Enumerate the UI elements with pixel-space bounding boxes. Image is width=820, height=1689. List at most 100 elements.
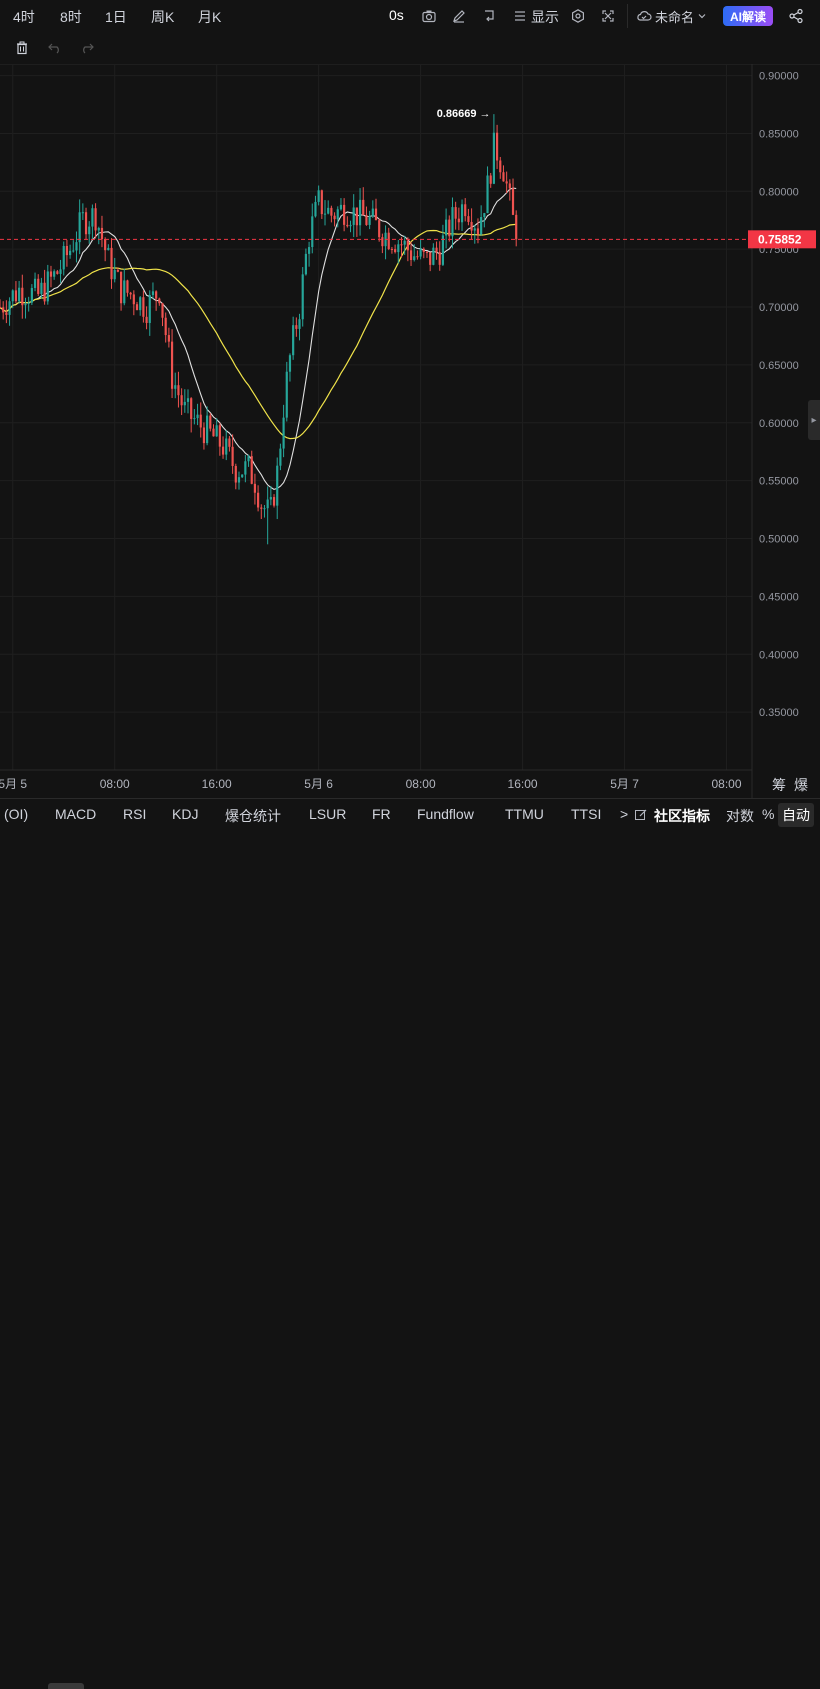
candle-body xyxy=(489,175,492,184)
candle-body xyxy=(65,246,69,256)
price-tick-label: 0.80000 xyxy=(759,186,799,198)
timeframe-4h[interactable]: 4时 xyxy=(13,7,35,27)
time-tick-label: 08:00 xyxy=(100,777,130,791)
candle-body xyxy=(228,438,231,447)
candle-body xyxy=(49,271,53,277)
trash-icon[interactable] xyxy=(12,38,32,58)
time-tick-label: 16:00 xyxy=(508,777,538,791)
candle-body xyxy=(365,215,368,225)
candle-body xyxy=(196,414,199,419)
auto-scale-button[interactable]: 自动 xyxy=(778,803,814,827)
candle-body xyxy=(397,244,400,253)
candle-body xyxy=(199,414,202,428)
candle-body xyxy=(119,271,123,304)
high-price-marker: 0.86669 → xyxy=(437,108,491,120)
redo-icon[interactable] xyxy=(77,38,97,58)
countdown-label[interactable]: 0s xyxy=(389,7,404,23)
indicator-kdj[interactable]: KDJ xyxy=(172,806,198,822)
candle-body xyxy=(260,507,263,509)
indicator-ttmu[interactable]: TTMU xyxy=(505,806,544,822)
camera-icon[interactable] xyxy=(419,6,439,26)
candle-body xyxy=(97,227,100,231)
indicator-rsi[interactable]: RSI xyxy=(123,806,146,822)
candle-body xyxy=(400,244,403,246)
list-icon[interactable] xyxy=(510,6,530,26)
ai-analysis-button[interactable]: AI解读 xyxy=(723,6,773,26)
candle-body xyxy=(158,298,161,304)
candle-body xyxy=(502,172,505,182)
candle-body xyxy=(336,209,339,220)
candle-body xyxy=(46,271,49,302)
time-tick-label: 5月 5 xyxy=(0,777,27,791)
layout-name[interactable]: 未命名 xyxy=(655,7,694,26)
candle-body xyxy=(276,465,279,506)
candle-body xyxy=(27,302,30,304)
candle-body xyxy=(292,325,295,356)
candle-body xyxy=(288,355,292,372)
candle-body xyxy=(323,213,327,215)
candle-body xyxy=(14,290,18,302)
candle-body xyxy=(457,218,460,223)
undo-icon[interactable] xyxy=(45,38,65,58)
candle-body xyxy=(425,251,429,253)
indicator-bar: (OI) MACD RSI KDJ 爆仓统计 LSUR FR Fundflow … xyxy=(0,798,820,831)
resize-handle[interactable] xyxy=(48,1683,84,1689)
price-tick-label: 0.55000 xyxy=(759,476,799,488)
candle-body xyxy=(454,207,457,219)
indicator-lsur[interactable]: LSUR xyxy=(309,806,346,822)
indicator-fundflow[interactable]: Fundflow xyxy=(417,806,474,822)
indicator-macd[interactable]: MACD xyxy=(55,806,96,822)
price-tick-label: 0.70000 xyxy=(759,302,799,314)
display-menu[interactable]: 显示 xyxy=(531,7,559,27)
candle-body xyxy=(419,248,422,257)
candle-body xyxy=(40,282,43,294)
pencil-icon[interactable] xyxy=(449,6,469,26)
timeframe-1w[interactable]: 周K xyxy=(151,7,174,27)
time-tick-label: 08:00 xyxy=(406,777,436,791)
indicator-liquidation[interactable]: 爆仓统计 xyxy=(225,806,281,826)
candle-body xyxy=(374,208,378,221)
price-chart[interactable]: 0.900000.850000.800000.750000.700000.650… xyxy=(0,64,820,798)
gear-icon[interactable] xyxy=(568,6,588,26)
cloud-icon xyxy=(634,6,654,26)
candle-body xyxy=(409,250,413,260)
candle-body xyxy=(110,247,113,280)
chart-grid xyxy=(0,64,753,798)
axis-tool-label: 筹 xyxy=(772,777,786,794)
candle-body xyxy=(24,303,27,306)
candle-body xyxy=(193,418,196,420)
candle-body xyxy=(62,246,65,270)
candle-body xyxy=(307,247,311,254)
candle-body xyxy=(221,446,225,455)
indicator-ttsi[interactable]: TTSI xyxy=(571,806,601,822)
candle-body xyxy=(438,252,441,265)
timeframe-1d[interactable]: 1日 xyxy=(105,7,127,27)
candle-body xyxy=(139,297,142,311)
more-indicators-button[interactable]: > xyxy=(620,806,628,822)
candle-body xyxy=(59,269,62,274)
timeframe-1m[interactable]: 月K xyxy=(198,7,221,27)
candle-body xyxy=(362,199,365,216)
percent-scale-toggle[interactable]: % xyxy=(762,806,774,822)
timeframe-8h[interactable]: 8时 xyxy=(60,7,82,27)
candle-body xyxy=(352,207,355,225)
reply-icon[interactable] xyxy=(479,6,499,26)
edit-icon[interactable] xyxy=(631,805,651,825)
candle-body xyxy=(317,190,320,202)
chevron-down-icon[interactable] xyxy=(692,6,712,26)
candle-body xyxy=(508,183,511,189)
indicator-fr[interactable]: FR xyxy=(372,806,391,822)
share-icon[interactable] xyxy=(786,6,806,26)
candle-body xyxy=(279,448,282,466)
candle-body xyxy=(448,219,451,237)
fullscreen-icon[interactable] xyxy=(598,6,618,26)
candle-body xyxy=(467,216,470,222)
community-indicators-button[interactable]: 社区指标 xyxy=(654,806,710,826)
candle-body xyxy=(346,224,349,227)
log-scale-toggle[interactable]: 对数 xyxy=(726,806,754,826)
candle-body xyxy=(180,395,183,406)
indicator-oi[interactable]: (OI) xyxy=(4,806,28,822)
chevron-right-icon[interactable]: ▸ xyxy=(808,400,820,440)
candle-body xyxy=(311,216,314,248)
candle-body xyxy=(378,220,381,238)
